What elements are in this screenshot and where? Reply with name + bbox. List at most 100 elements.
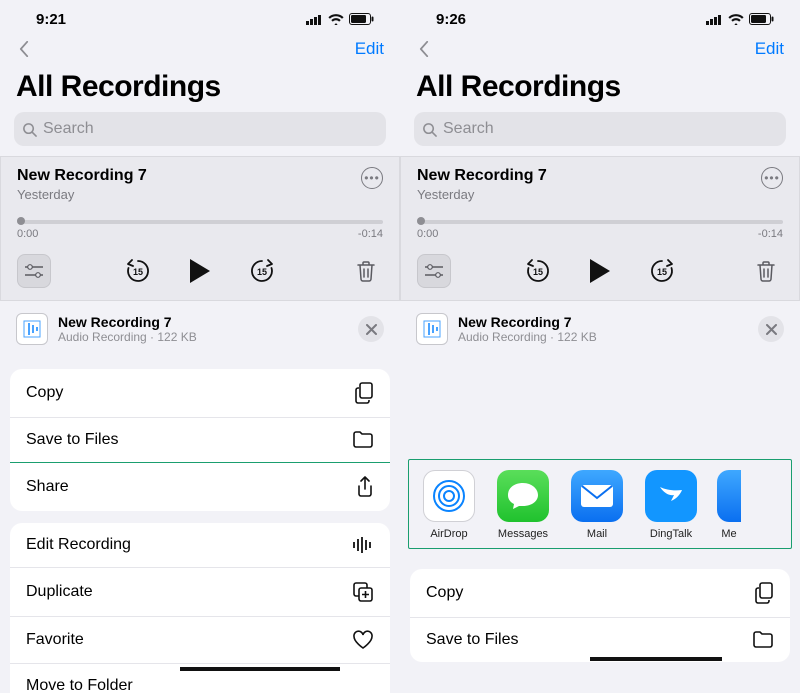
- copy-item[interactable]: Copy: [10, 369, 390, 418]
- share-app-more[interactable]: Me: [717, 470, 741, 540]
- close-icon: [366, 324, 377, 335]
- page-title: All Recordings: [414, 66, 786, 112]
- copy-label: Copy: [426, 584, 463, 602]
- recording-subtitle: Yesterday: [417, 187, 547, 202]
- action-menu-1: Copy Save to Files Share: [10, 369, 390, 511]
- signal-icon: [706, 14, 723, 25]
- copy-label: Copy: [26, 384, 63, 402]
- mail-icon: [579, 483, 615, 509]
- share-sheet: New Recording 7 Audio Recording · 122 KB…: [400, 301, 800, 662]
- skip-forward-button[interactable]: 15: [645, 254, 679, 288]
- edit-button[interactable]: Edit: [355, 39, 384, 59]
- nav-bar: Edit: [414, 32, 786, 66]
- recording-card: New Recording 7 Yesterday ••• 0:00 -0:14…: [400, 156, 800, 301]
- play-button[interactable]: [183, 254, 217, 288]
- search-icon: [22, 122, 37, 137]
- time-elapsed: 0:00: [17, 228, 38, 240]
- recording-card: New Recording 7 Yesterday ••• 0:00 -0:14…: [0, 156, 400, 301]
- share-file-title: New Recording 7: [458, 314, 597, 330]
- more-button[interactable]: •••: [761, 167, 783, 189]
- close-button[interactable]: [758, 316, 784, 342]
- airdrop-label: AirDrop: [430, 528, 467, 540]
- back-icon[interactable]: [416, 41, 432, 57]
- time-elapsed: 0:00: [417, 228, 438, 240]
- duplicate-item[interactable]: Duplicate: [10, 568, 390, 617]
- screenshot-right: 9:26 Edit All Recordings Search New Reco…: [400, 0, 800, 693]
- share-label: Share: [26, 478, 69, 496]
- save-label: Save to Files: [426, 631, 518, 649]
- folder-icon: [352, 431, 374, 449]
- edit-recording-label: Edit Recording: [26, 536, 131, 554]
- page-title: All Recordings: [14, 66, 386, 112]
- dingtalk-icon: [654, 479, 688, 513]
- copy-item[interactable]: Copy: [410, 569, 790, 618]
- airdrop-icon: [430, 477, 468, 515]
- copy-icon: [754, 582, 774, 604]
- save-to-files-item[interactable]: Save to Files: [410, 618, 790, 662]
- options-button[interactable]: [417, 254, 451, 288]
- svg-text:15: 15: [533, 267, 543, 277]
- messages-icon: [506, 481, 540, 511]
- skip-back-icon: 15: [524, 257, 552, 285]
- save-label: Save to Files: [26, 431, 118, 449]
- svg-text:15: 15: [133, 267, 143, 277]
- status-time: 9:21: [36, 11, 66, 28]
- delete-button[interactable]: [749, 254, 783, 288]
- skip-back-button[interactable]: 15: [521, 254, 555, 288]
- skip-forward-icon: 15: [248, 257, 276, 285]
- scrubber[interactable]: [417, 220, 783, 224]
- recording-title: New Recording 7: [17, 167, 147, 185]
- options-button[interactable]: [17, 254, 51, 288]
- skip-back-button[interactable]: 15: [121, 254, 155, 288]
- close-button[interactable]: [358, 316, 384, 342]
- heart-icon: [352, 630, 374, 650]
- battery-icon: [349, 13, 374, 25]
- share-header: New Recording 7 Audio Recording · 122 KB: [400, 301, 800, 357]
- back-icon[interactable]: [16, 41, 32, 57]
- file-thumbnail-icon: [416, 313, 448, 345]
- share-apps-row: AirDrop Messages Mail: [408, 459, 792, 549]
- share-file-subtitle: Audio Recording · 122 KB: [458, 330, 597, 344]
- delete-button[interactable]: [349, 254, 383, 288]
- skip-forward-button[interactable]: 15: [245, 254, 279, 288]
- scrubber-thumb[interactable]: [17, 217, 25, 225]
- wifi-icon: [728, 14, 744, 25]
- share-file-subtitle: Audio Recording · 122 KB: [58, 330, 197, 344]
- status-icons: [306, 13, 374, 25]
- scrubber[interactable]: [17, 220, 383, 224]
- svg-text:15: 15: [657, 267, 667, 277]
- play-icon: [188, 258, 212, 284]
- time-remaining: -0:14: [758, 228, 783, 240]
- share-app-messages[interactable]: Messages: [495, 470, 551, 540]
- share-file-title: New Recording 7: [58, 314, 197, 330]
- nav-bar: Edit: [14, 32, 386, 66]
- messages-label: Messages: [498, 528, 548, 540]
- screenshot-left: 9:21 Edit All Recordings Search New Reco…: [0, 0, 400, 693]
- dingtalk-label: DingTalk: [650, 528, 692, 540]
- share-app-mail[interactable]: Mail: [569, 470, 625, 540]
- share-app-dingtalk[interactable]: DingTalk: [643, 470, 699, 540]
- wifi-icon: [328, 14, 344, 25]
- copy-icon: [354, 382, 374, 404]
- trash-icon: [756, 260, 776, 282]
- search-input[interactable]: Search: [14, 112, 386, 146]
- duplicate-icon: [352, 581, 374, 603]
- share-sheet: New Recording 7 Audio Recording · 122 KB…: [0, 301, 400, 693]
- search-placeholder: Search: [43, 120, 94, 138]
- edit-button[interactable]: Edit: [755, 39, 784, 59]
- play-icon: [588, 258, 612, 284]
- edit-recording-item[interactable]: Edit Recording: [10, 523, 390, 568]
- search-input[interactable]: Search: [414, 112, 786, 146]
- more-button[interactable]: •••: [361, 167, 383, 189]
- scrubber-thumb[interactable]: [417, 217, 425, 225]
- svg-text:15: 15: [257, 267, 267, 277]
- move-label: Move to Folder: [26, 677, 133, 693]
- share-app-airdrop[interactable]: AirDrop: [421, 470, 477, 540]
- redaction-line: [590, 657, 722, 661]
- trash-icon: [356, 260, 376, 282]
- favorite-item[interactable]: Favorite: [10, 617, 390, 664]
- play-button[interactable]: [583, 254, 617, 288]
- save-to-files-item[interactable]: Save to Files: [10, 418, 390, 463]
- share-item[interactable]: Share: [10, 463, 390, 511]
- status-time: 9:26: [436, 11, 466, 28]
